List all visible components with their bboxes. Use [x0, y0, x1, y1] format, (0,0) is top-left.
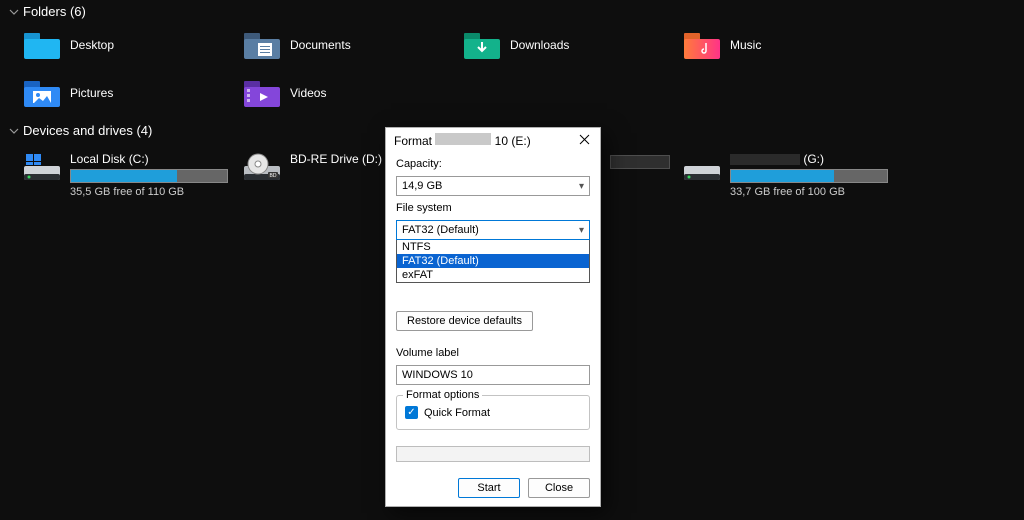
folder-label: Videos: [290, 86, 326, 100]
drive-usage-bar: [70, 169, 228, 183]
downloads-icon: [464, 31, 500, 59]
folder-desktop[interactable]: Desktop: [20, 27, 240, 63]
drive-optical-icon: BD: [244, 152, 280, 182]
chevron-down-icon: [8, 6, 19, 17]
drive-subtext: 33,7 GB free of 100 GB: [730, 186, 888, 198]
dialog-titlebar[interactable]: Format 10 (E:): [386, 128, 600, 152]
desktop-icon: [24, 31, 60, 59]
quick-format-checkbox[interactable]: ✓ Quick Format: [405, 406, 581, 419]
section-title: Folders (6): [23, 4, 86, 19]
capacity-select[interactable]: 14,9 GB ▾: [396, 176, 590, 196]
redacted-text: [435, 133, 491, 145]
format-dialog: Format 10 (E:) Capacity: 14,9 GB ▾ File …: [385, 127, 601, 507]
music-icon: [684, 31, 720, 59]
format-options-group: Format options ✓ Quick Format: [396, 395, 590, 430]
documents-icon: [244, 31, 280, 59]
format-progress-bar: [396, 446, 590, 462]
drive-usage-bar: [730, 169, 888, 183]
capacity-value: 14,9 GB: [402, 180, 442, 192]
filesystem-dropdown: NTFS FAT32 (Default) exFAT: [396, 240, 590, 283]
folder-label: Desktop: [70, 38, 114, 52]
folder-label: Music: [730, 38, 761, 52]
folder-documents[interactable]: Documents: [240, 27, 460, 63]
folder-label: Documents: [290, 38, 351, 52]
drive-os-icon: [24, 152, 60, 182]
drive-name: BD-RE Drive (D:): [290, 152, 382, 166]
volume-label-input[interactable]: [396, 365, 590, 385]
capacity-label: Capacity:: [396, 158, 590, 170]
folder-downloads[interactable]: Downloads: [460, 27, 680, 63]
volume-label-label: Volume label: [396, 347, 590, 359]
quick-format-label: Quick Format: [424, 407, 490, 419]
chevron-down-icon: ▾: [579, 225, 584, 236]
start-button[interactable]: Start: [458, 478, 520, 498]
chevron-down-icon: [8, 125, 19, 136]
pictures-icon: [24, 79, 60, 107]
folders-grid: Desktop Documents Downloads Music Pictur…: [0, 23, 1024, 119]
drive-usage-bar: [610, 155, 670, 169]
folder-pictures[interactable]: Pictures: [20, 75, 240, 111]
folder-music[interactable]: Music: [680, 27, 900, 63]
drive-name: (G:): [730, 152, 888, 166]
fs-option-fat32[interactable]: FAT32 (Default): [397, 254, 589, 268]
dialog-title: Format 10 (E:): [394, 133, 531, 148]
fs-option-ntfs[interactable]: NTFS: [397, 240, 589, 254]
restore-defaults-button[interactable]: Restore device defaults: [396, 311, 533, 331]
folder-label: Pictures: [70, 86, 113, 100]
filesystem-value: FAT32 (Default): [402, 224, 479, 236]
drive-subtext: 35,5 GB free of 110 GB: [70, 186, 228, 198]
chevron-down-icon: ▾: [579, 181, 584, 192]
folder-videos[interactable]: Videos: [240, 75, 460, 111]
videos-icon: [244, 79, 280, 107]
folder-label: Downloads: [510, 38, 569, 52]
filesystem-select[interactable]: FAT32 (Default) ▾: [396, 220, 590, 240]
section-title: Devices and drives (4): [23, 123, 152, 138]
filesystem-label: File system: [396, 202, 590, 214]
close-icon[interactable]: [577, 132, 592, 148]
drive-g[interactable]: (G:) 33,7 GB free of 100 GB: [680, 148, 900, 202]
format-options-title: Format options: [403, 389, 482, 401]
drive-hdd-icon: [684, 152, 720, 182]
svg-text:BD: BD: [270, 173, 277, 179]
fs-option-exfat[interactable]: exFAT: [397, 268, 589, 282]
drive-c[interactable]: Local Disk (C:) 35,5 GB free of 110 GB: [20, 148, 240, 202]
drive-name: Local Disk (C:): [70, 152, 228, 166]
section-header-folders[interactable]: Folders (6): [0, 0, 1024, 23]
close-button[interactable]: Close: [528, 478, 590, 498]
checkbox-checked-icon: ✓: [405, 406, 418, 419]
